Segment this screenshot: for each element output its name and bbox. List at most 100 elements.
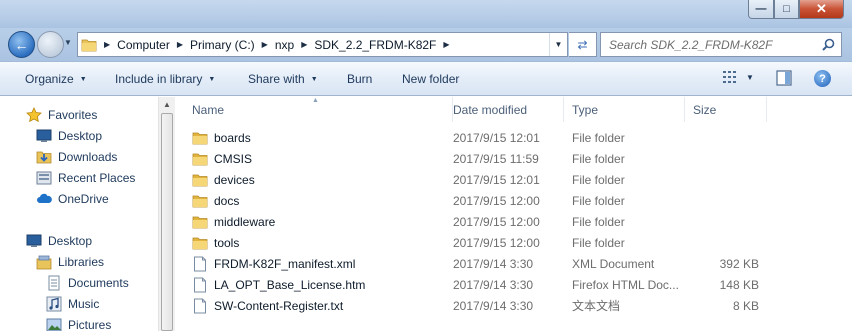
minimize-icon: — xyxy=(755,3,767,15)
file-name-cell[interactable]: CMSIS xyxy=(192,151,252,167)
file-row[interactable]: LA_OPT_Base_License.htm 2017/9/14 3:30 Fir… xyxy=(176,274,852,295)
file-type: 文本文档 xyxy=(572,299,621,313)
nav-favorites-desktop[interactable]: Desktop xyxy=(36,127,102,145)
file-date: 2017/9/15 12:01 xyxy=(453,130,540,145)
view-options-dropdown[interactable]: ▼ xyxy=(746,73,754,82)
file-name-cell[interactable]: SW-Content-Register.txt xyxy=(192,298,343,314)
nav-library-documents[interactable]: Documents xyxy=(46,274,129,292)
search-icon[interactable] xyxy=(822,38,835,54)
nav-libraries[interactable]: Libraries xyxy=(36,253,104,271)
file-date: 2017/9/15 12:00 xyxy=(453,214,540,229)
file-type: Firefox HTML Doc... xyxy=(572,277,679,292)
file-date: 2017/9/15 12:00 xyxy=(453,193,540,208)
recent-places-icon xyxy=(36,170,52,186)
recent-pages-button[interactable]: ▼ xyxy=(64,38,72,47)
back-button[interactable]: ← xyxy=(8,31,35,58)
music-icon xyxy=(46,296,62,312)
breadcrumb-sdk-folder[interactable]: SDK_2.2_FRDM-K82F xyxy=(311,38,439,52)
file-name: docs xyxy=(214,193,240,208)
file-date: 2017/9/15 12:01 xyxy=(453,172,540,187)
organize-button[interactable]: Organize ▼ xyxy=(25,72,87,86)
minimize-button[interactable]: — xyxy=(748,0,774,19)
chevron-down-icon: ▼ xyxy=(310,75,318,83)
breadcrumb-separator[interactable]: ▶ xyxy=(439,40,453,49)
nav-item-label: Desktop xyxy=(58,129,103,143)
libraries-label: Libraries xyxy=(58,255,105,269)
maximize-button[interactable]: □ xyxy=(774,0,799,19)
file-name: middleware xyxy=(214,214,276,229)
file-row[interactable]: boards 2017/9/15 12:01 File folder xyxy=(176,127,852,148)
breadcrumb-separator[interactable]: ▶ xyxy=(100,40,114,49)
forward-button[interactable]: → xyxy=(37,31,64,58)
burn-button[interactable]: Burn xyxy=(347,72,372,86)
breadcrumb-separator[interactable]: ▶ xyxy=(297,40,311,49)
scroll-up-icon[interactable]: ▲ xyxy=(163,100,171,109)
file-type: File folder xyxy=(572,193,625,208)
file-row[interactable]: SW-Content-Register.txt 2017/9/14 3:30 文本文… xyxy=(176,295,852,316)
documents-icon xyxy=(46,275,62,291)
forward-arrow-icon: → xyxy=(43,36,58,53)
file-type: File folder xyxy=(572,214,625,229)
column-header-type[interactable]: Type xyxy=(564,97,685,122)
maximize-icon: □ xyxy=(783,3,790,15)
nav-library-pictures[interactable]: Pictures xyxy=(46,316,111,331)
chevron-down-icon: ▼ xyxy=(746,73,754,82)
file-row[interactable]: tools 2017/9/15 12:00 File folder xyxy=(176,232,852,253)
close-icon: ✕ xyxy=(816,1,827,16)
column-name-label: Name xyxy=(192,102,225,117)
file-name-cell[interactable]: middleware xyxy=(192,214,275,230)
file-name-cell[interactable]: docs xyxy=(192,193,239,209)
file-row[interactable]: docs 2017/9/15 12:00 File folder xyxy=(176,190,852,211)
search-input[interactable] xyxy=(609,37,819,52)
breadcrumb-computer[interactable]: Computer xyxy=(114,38,173,52)
folder-icon xyxy=(192,235,208,251)
address-bar[interactable]: ▶ Computer ▶ Primary (C:) ▶ nxp ▶ SDK_2.… xyxy=(77,32,568,57)
file-name-cell[interactable]: FRDM-K82F_manifest.xml xyxy=(192,256,355,272)
organize-label: Organize xyxy=(25,72,74,86)
folder-icon xyxy=(78,38,100,52)
nav-desktop[interactable]: Desktop xyxy=(26,232,92,250)
navigation-scrollbar[interactable]: ▲ xyxy=(158,97,175,331)
nav-library-music[interactable]: Music xyxy=(46,295,99,313)
nav-favorites-recent-places[interactable]: Recent Places xyxy=(36,169,135,187)
file-row[interactable]: FRDM-K82F_manifest.xml 2017/9/14 3:30 XML … xyxy=(176,253,852,274)
scrollbar-thumb[interactable] xyxy=(161,113,173,331)
help-button[interactable]: ? xyxy=(814,70,831,87)
breadcrumb-separator[interactable]: ▶ xyxy=(258,40,272,49)
file-row[interactable]: CMSIS 2017/9/15 11:59 File folder xyxy=(176,148,852,169)
nav-favorites-onedrive[interactable]: OneDrive xyxy=(36,190,109,208)
close-button[interactable]: ✕ xyxy=(799,0,844,19)
column-date-label: Date modified xyxy=(453,102,528,117)
search-box[interactable] xyxy=(600,32,842,57)
new-folder-button[interactable]: New folder xyxy=(402,72,459,86)
file-row[interactable]: devices 2017/9/15 12:01 File folder xyxy=(176,169,852,190)
file-row[interactable]: middleware 2017/9/15 12:00 File folder xyxy=(176,211,852,232)
file-name-cell[interactable]: devices xyxy=(192,172,255,188)
file-name-cell[interactable]: tools xyxy=(192,235,239,251)
nav-favorites-downloads[interactable]: Downloads xyxy=(36,148,117,166)
breadcrumb-primary-c[interactable]: Primary (C:) xyxy=(187,38,258,52)
change-view-button[interactable] xyxy=(722,70,738,87)
column-header-date-modified[interactable]: Date modified xyxy=(445,97,564,122)
preview-pane-button[interactable] xyxy=(776,70,792,89)
column-header-size[interactable]: Size xyxy=(685,97,767,122)
breadcrumb-nxp[interactable]: nxp xyxy=(272,38,297,52)
file-date: 2017/9/15 12:00 xyxy=(453,235,540,250)
file-name-cell[interactable]: LA_OPT_Base_License.htm xyxy=(192,277,365,293)
nav-favorites[interactable]: Favorites xyxy=(26,106,97,124)
column-header-name[interactable]: Name xyxy=(184,97,453,122)
file-date: 2017/9/14 3:30 xyxy=(453,277,534,292)
file-name: SW-Content-Register.txt xyxy=(214,298,344,313)
document-icon xyxy=(192,256,208,272)
address-dropdown-button[interactable]: ▼ xyxy=(549,33,567,56)
document-icon xyxy=(192,298,208,314)
file-name: LA_OPT_Base_License.htm xyxy=(214,277,366,292)
file-name: FRDM-K82F_manifest.xml xyxy=(214,256,356,271)
folder-icon xyxy=(192,193,208,209)
refresh-button[interactable]: ⇄ xyxy=(569,32,597,57)
breadcrumb-separator[interactable]: ▶ xyxy=(173,40,187,49)
file-name-cell[interactable]: boards xyxy=(192,130,251,146)
share-with-button[interactable]: Share with ▼ xyxy=(248,72,318,86)
refresh-icon: ⇄ xyxy=(577,37,588,52)
include-in-library-button[interactable]: Include in library ▼ xyxy=(115,72,215,86)
